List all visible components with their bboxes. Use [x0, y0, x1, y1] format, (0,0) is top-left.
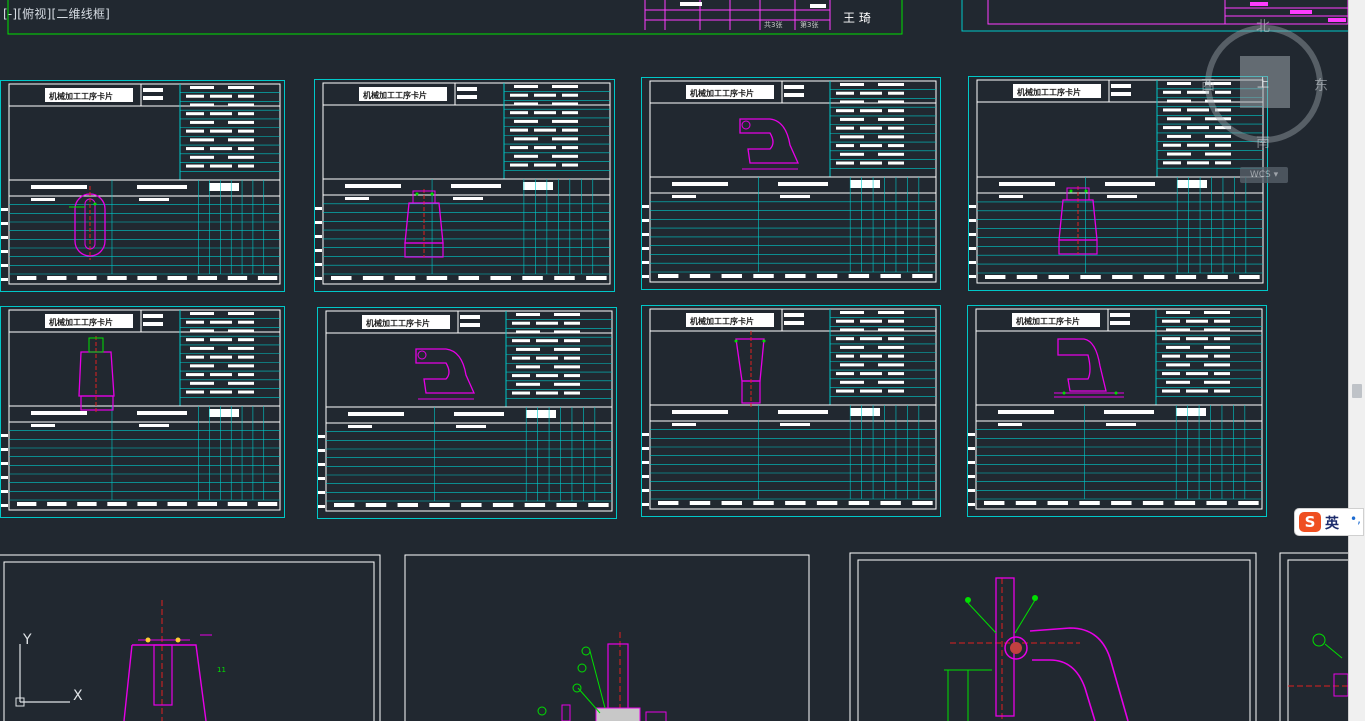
dimension-label: 11: [217, 666, 226, 674]
svg-text:机械加工工序卡片: 机械加工工序卡片: [366, 318, 430, 328]
top-title-block-left: 共3张 第3张 王 琦: [7, 0, 903, 35]
compass-east[interactable]: 东: [1314, 75, 1328, 95]
sogou-logo-icon[interactable]: S: [1299, 512, 1321, 532]
compass-west[interactable]: 西: [1201, 75, 1215, 95]
viewcube-ring-icon: [1205, 25, 1323, 143]
fixture-drawing-4: [1279, 552, 1348, 721]
ime-toolbar[interactable]: S 英 •,: [1294, 508, 1364, 536]
top-drawing-strip: 共3张 第3张 王 琦: [7, 0, 1348, 35]
bottom-drawings: 11: [0, 552, 1348, 721]
ucs-icon: Y X: [15, 632, 83, 707]
vertical-scrollbar[interactable]: [1348, 0, 1365, 721]
fixture-drawing-3: [849, 552, 1257, 721]
svg-text:机械加工工序卡片: 机械加工工序卡片: [49, 91, 113, 101]
compass-north[interactable]: 北: [1256, 16, 1270, 36]
process-card: 机械加工工序卡片: [317, 307, 617, 519]
process-card: 机械加工工序卡片: [0, 80, 285, 292]
designer-name: 王 琦: [843, 11, 871, 25]
sheet-count-label: 共3张: [764, 20, 782, 29]
wcs-menu[interactable]: WCS ▾: [1240, 167, 1288, 183]
process-card: 机械加工工序卡片: [0, 306, 285, 518]
svg-text:机械加工工序卡片: 机械加工工序卡片: [690, 88, 754, 98]
chevron-down-icon: ▾: [1273, 170, 1279, 180]
wcs-label: WCS: [1249, 170, 1271, 180]
compass-south[interactable]: 南: [1256, 132, 1270, 152]
scrollbar-thumb[interactable]: [1352, 384, 1362, 398]
ucs-y-label: Y: [22, 632, 32, 648]
svg-text:机械加工工序卡片: 机械加工工序卡片: [1016, 316, 1080, 326]
viewcube-top-face[interactable]: 上: [1257, 74, 1269, 91]
process-card: 机械加工工序卡片: [641, 77, 941, 290]
sheet-index-label: 第3张: [800, 20, 818, 29]
process-card: 机械加工工序卡片: [641, 305, 941, 517]
process-card: 机械加工工序卡片: [967, 305, 1267, 517]
viewcube[interactable]: 北 南 东 西 上: [1196, 14, 1332, 180]
ime-punctuation-toggle[interactable]: •,: [1350, 512, 1361, 526]
model-viewport[interactable]: [-][俯视][二维线框] 共3张 第3张 王 琦 机械加工工序卡片 机械加工工…: [0, 0, 1348, 721]
svg-text:机械加工工序卡片: 机械加工工序卡片: [49, 317, 113, 327]
ime-language-toggle[interactable]: 英: [1325, 513, 1339, 533]
fixture-drawing-2: [404, 554, 810, 721]
svg-text:机械加工工序卡片: 机械加工工序卡片: [363, 90, 427, 100]
ucs-x-label: X: [73, 688, 83, 704]
process-card: 机械加工工序卡片: [314, 79, 615, 292]
svg-text:机械加工工序卡片: 机械加工工序卡片: [1017, 87, 1081, 97]
svg-text:机械加工工序卡片: 机械加工工序卡片: [690, 316, 754, 326]
